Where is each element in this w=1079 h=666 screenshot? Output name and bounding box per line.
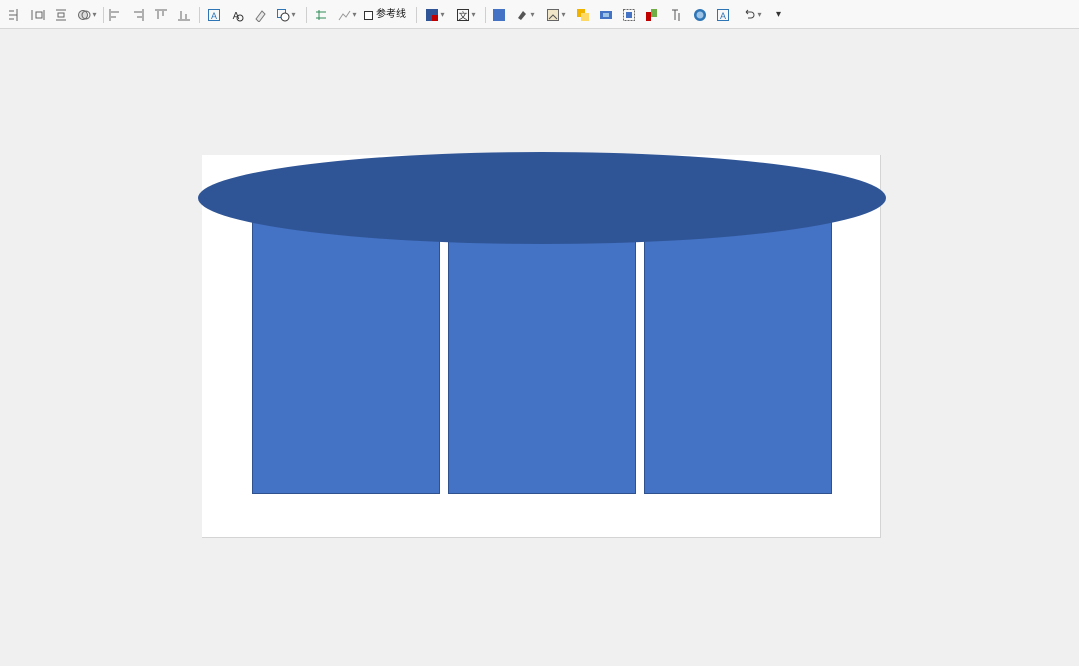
- ellipse-shape[interactable]: [198, 152, 886, 244]
- column-shape-1[interactable]: [252, 215, 440, 494]
- column-shape-3[interactable]: [644, 215, 832, 494]
- column-shape-2[interactable]: [448, 215, 636, 494]
- shapes-layer: [198, 152, 886, 494]
